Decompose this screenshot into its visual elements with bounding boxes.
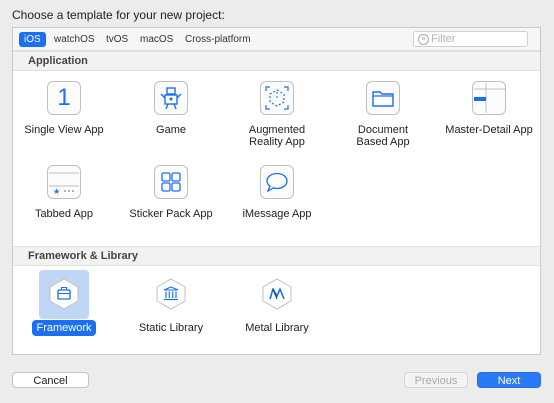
section-header-framework-library: Framework & Library <box>13 246 540 266</box>
template-imessage-app[interactable]: iMessage App <box>225 165 329 220</box>
template-panel: iOS watchOS tvOS macOS Cross-platform ≡ … <box>12 27 541 355</box>
template-label: iMessage App <box>242 208 312 220</box>
sticker-grid-icon <box>154 165 188 199</box>
tab-cross-platform[interactable]: Cross-platform <box>180 32 256 47</box>
section-header-application: Application <box>13 51 540 71</box>
template-static-library[interactable]: Static Library <box>119 277 223 334</box>
template-document-based-app[interactable]: Document Based App <box>331 81 435 148</box>
svg-text:★: ★ <box>53 187 60 196</box>
dialog-heading: Choose a template for your new project: <box>12 8 225 22</box>
folder-icon <box>366 81 400 115</box>
filter-icon: ≡ <box>418 34 429 45</box>
template-label: Sticker Pack App <box>129 208 213 220</box>
template-metal-library[interactable]: Metal Library <box>225 277 329 334</box>
template-label: Master-Detail App <box>445 124 533 136</box>
previous-button[interactable]: Previous <box>404 372 468 388</box>
game-icon <box>154 81 188 115</box>
tab-macos[interactable]: macOS <box>135 32 178 47</box>
tab-tvos[interactable]: tvOS <box>101 32 133 47</box>
template-label: Framework <box>12 320 116 336</box>
template-label: Single View App <box>24 124 104 136</box>
single-view-icon: 1 <box>47 81 81 115</box>
template-sticker-pack-app[interactable]: Sticker Pack App <box>119 165 223 220</box>
tab-watchos[interactable]: watchOS <box>49 32 100 47</box>
filter-field[interactable]: ≡ <box>413 31 528 47</box>
template-label: Metal Library <box>245 322 309 334</box>
template-framework[interactable]: Framework <box>12 277 116 336</box>
tab-ios[interactable]: iOS <box>19 32 46 47</box>
template-game[interactable]: Game <box>119 81 223 136</box>
filter-input[interactable] <box>431 32 521 46</box>
ar-icon <box>260 81 294 115</box>
template-label: Static Library <box>138 322 204 334</box>
template-single-view-app[interactable]: 1 Single View App <box>12 81 116 136</box>
tabbed-icon: ★ <box>47 165 81 199</box>
template-master-detail-app[interactable]: Master-Detail App <box>437 81 541 136</box>
next-button[interactable]: Next <box>477 372 541 388</box>
template-augmented-reality-app[interactable]: Augmented Reality App <box>225 81 329 148</box>
template-label: Tabbed App <box>34 208 94 220</box>
metal-library-hexagon-icon <box>260 277 294 311</box>
template-label: Augmented Reality App <box>248 124 306 148</box>
master-detail-icon <box>472 81 506 115</box>
platform-tabbar: iOS watchOS tvOS macOS Cross-platform ≡ <box>13 28 540 51</box>
template-tabbed-app[interactable]: ★ Tabbed App <box>12 165 116 220</box>
template-label: Game <box>156 124 186 136</box>
template-label: Document Based App <box>356 124 410 148</box>
framework-hexagon-icon <box>47 277 81 311</box>
message-bubble-icon <box>260 165 294 199</box>
static-library-hexagon-icon <box>154 277 188 311</box>
cancel-button[interactable]: Cancel <box>12 372 89 388</box>
